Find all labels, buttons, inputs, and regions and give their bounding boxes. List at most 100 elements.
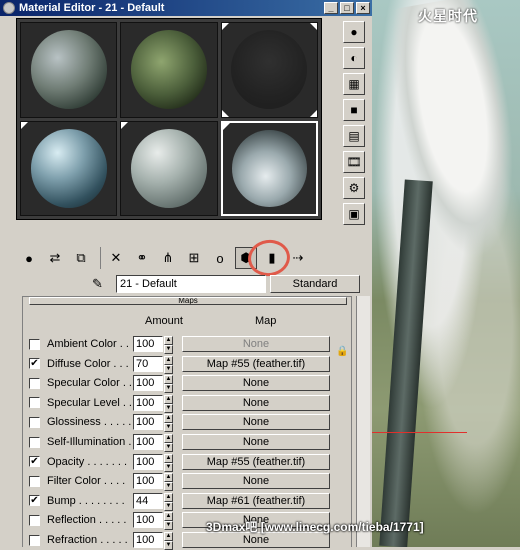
- material-type-button[interactable]: Standard: [270, 275, 360, 293]
- map-button[interactable]: None: [182, 473, 330, 490]
- make-preview-icon[interactable]: 🎞: [343, 151, 365, 173]
- show-map-in-viewport-icon[interactable]: o: [209, 247, 231, 269]
- material-name-row: 21 - Default Standard: [88, 274, 368, 294]
- window-titlebar: Material Editor - 21 - Default _ □ ×: [0, 0, 372, 16]
- sample-type-icon[interactable]: ●: [343, 21, 365, 43]
- channel-label: Ambient Color . . .: [47, 338, 133, 350]
- amount-field[interactable]: 100: [133, 375, 163, 392]
- amount-spinner[interactable]: ▲ ▼: [164, 434, 173, 452]
- channel-label: Bump . . . . . . . .: [47, 494, 125, 507]
- amount-spinner[interactable]: ▲ ▼: [164, 394, 173, 413]
- amount-field[interactable]: 100: [133, 414, 163, 431]
- rollout-title[interactable]: Maps: [29, 297, 347, 305]
- material-name-field[interactable]: 21 - Default: [116, 275, 266, 293]
- go-forward-to-sibling-icon[interactable]: ⇢: [287, 247, 309, 269]
- channel-checkbox[interactable]: [29, 416, 40, 428]
- uv-tiling-icon[interactable]: ■: [343, 99, 365, 121]
- maps-rollout: Maps Amount Map Ambient Color . . . 100 ▲ ▼…: [22, 296, 352, 550]
- horizontal-toolbar: ● ⇄ ⧉ ✕ ⚭ ⋔ ⊞ o ⬢ ▮ ⇢: [18, 244, 370, 272]
- make-unique-icon[interactable]: ⚭: [131, 247, 153, 269]
- map-button[interactable]: None: [182, 394, 330, 411]
- channel-checkbox[interactable]: [29, 514, 40, 526]
- close-button[interactable]: ×: [356, 2, 370, 14]
- amount-field[interactable]: 100: [133, 336, 163, 352]
- channel-checkbox[interactable]: ✔: [29, 495, 40, 507]
- map-button[interactable]: Map #55 (feather.tif): [182, 355, 330, 372]
- minimize-button[interactable]: _: [324, 2, 338, 14]
- sample-slot-2[interactable]: [120, 22, 218, 118]
- map-channel-row: Glossiness . . . . . 100 ▲ ▼ None: [29, 413, 349, 433]
- amount-field[interactable]: 44: [133, 492, 163, 509]
- map-header: Map: [255, 315, 277, 327]
- lock-icon[interactable]: 🔒: [336, 346, 348, 357]
- channel-label: Refraction . . . . .: [47, 534, 128, 546]
- material-effects-channel-icon[interactable]: ⊞: [183, 247, 205, 269]
- amount-spinner[interactable]: ▲ ▼: [164, 512, 173, 531]
- toolbar-separator: [100, 247, 101, 269]
- put-to-library-icon[interactable]: ⋔: [157, 247, 179, 269]
- sample-slots: [16, 18, 322, 220]
- map-channel-row: ✔ Opacity . . . . . . . 100 ▲ ▼ Map #55 (feat…: [29, 453, 349, 472]
- select-by-material-icon[interactable]: ▣: [343, 203, 365, 225]
- backlight-icon[interactable]: ◐: [343, 47, 365, 69]
- channel-checkbox[interactable]: [29, 436, 40, 448]
- amount-field[interactable]: 100: [133, 394, 163, 411]
- sample-slot-3[interactable]: [220, 22, 318, 118]
- sample-slot-6[interactable]: [220, 120, 318, 216]
- amount-spinner[interactable]: ▲ ▼: [164, 414, 173, 433]
- map-button[interactable]: None: [182, 434, 330, 450]
- sample-slot-1[interactable]: [20, 22, 118, 118]
- amount-field[interactable]: 70: [133, 355, 163, 372]
- map-button[interactable]: Map #61 (feather.tif): [182, 492, 330, 509]
- amount-field[interactable]: 100: [133, 434, 163, 450]
- channel-checkbox[interactable]: [29, 377, 40, 389]
- sample-slot-5[interactable]: [120, 120, 218, 216]
- amount-header: Amount: [145, 315, 183, 327]
- channel-label: Self-Illumination .: [47, 436, 132, 448]
- amount-spinner[interactable]: ▲ ▼: [164, 375, 173, 394]
- maximize-button[interactable]: □: [340, 2, 354, 14]
- amount-spinner[interactable]: ▲ ▼: [164, 492, 173, 511]
- put-to-scene-icon[interactable]: ⇄: [44, 247, 66, 269]
- amount-field[interactable]: 100: [133, 532, 163, 548]
- map-button[interactable]: None: [182, 375, 330, 392]
- amount-spinner[interactable]: ▲ ▼: [164, 355, 173, 374]
- amount-field[interactable]: 100: [133, 453, 163, 470]
- options-icon[interactable]: ⚙: [343, 177, 365, 199]
- channel-label: Specular Level . .: [47, 396, 132, 409]
- map-channel-row: Ambient Color . . . 100 ▲ ▼ None: [29, 335, 349, 354]
- channel-label: Reflection . . . . .: [47, 514, 127, 527]
- amount-spinner[interactable]: ▲ ▼: [164, 453, 173, 472]
- reset-map-icon[interactable]: ✕: [105, 247, 127, 269]
- map-button[interactable]: Map #55 (feather.tif): [182, 453, 330, 470]
- video-color-check-icon[interactable]: ▤: [343, 125, 365, 147]
- site-logo: 火星时代: [418, 8, 478, 24]
- get-material-icon[interactable]: ●: [18, 247, 40, 269]
- map-button[interactable]: None: [182, 414, 330, 431]
- map-button[interactable]: None: [182, 336, 330, 352]
- channel-checkbox[interactable]: ✔: [29, 456, 40, 468]
- assign-to-selection-icon[interactable]: ⧉: [70, 247, 92, 269]
- channel-checkbox[interactable]: [29, 338, 40, 350]
- channel-label: Opacity . . . . . . .: [47, 455, 128, 468]
- channel-label: Glossiness . . . . .: [47, 416, 132, 429]
- channel-checkbox[interactable]: ✔: [29, 358, 40, 370]
- branch-render: [379, 179, 433, 547]
- channel-checkbox[interactable]: [29, 534, 40, 546]
- panel-scrollbar[interactable]: [356, 296, 370, 547]
- map-channel-row: Specular Color . . 100 ▲ ▼ None: [29, 374, 349, 394]
- channel-checkbox[interactable]: [29, 475, 40, 487]
- amount-spinner[interactable]: ▲ ▼: [164, 532, 173, 550]
- sample-slot-4[interactable]: [20, 120, 118, 216]
- amount-spinner[interactable]: ▲ ▼: [164, 473, 173, 492]
- viewport-scene: 火星时代: [372, 0, 520, 547]
- amount-field[interactable]: 100: [133, 473, 163, 490]
- map-channel-row: Specular Level . . 100 ▲ ▼ None: [29, 394, 349, 413]
- map-channel-row: Self-Illumination . 100 ▲ ▼ None: [29, 433, 349, 452]
- map-channel-row: Filter Color . . . . 100 ▲ ▼ None: [29, 472, 349, 492]
- channel-checkbox[interactable]: [29, 397, 40, 409]
- background-icon[interactable]: ▦: [343, 73, 365, 95]
- amount-spinner[interactable]: ▲ ▼: [164, 336, 173, 354]
- amount-field[interactable]: 100: [133, 512, 163, 529]
- window-title: Material Editor - 21 - Default: [19, 2, 165, 14]
